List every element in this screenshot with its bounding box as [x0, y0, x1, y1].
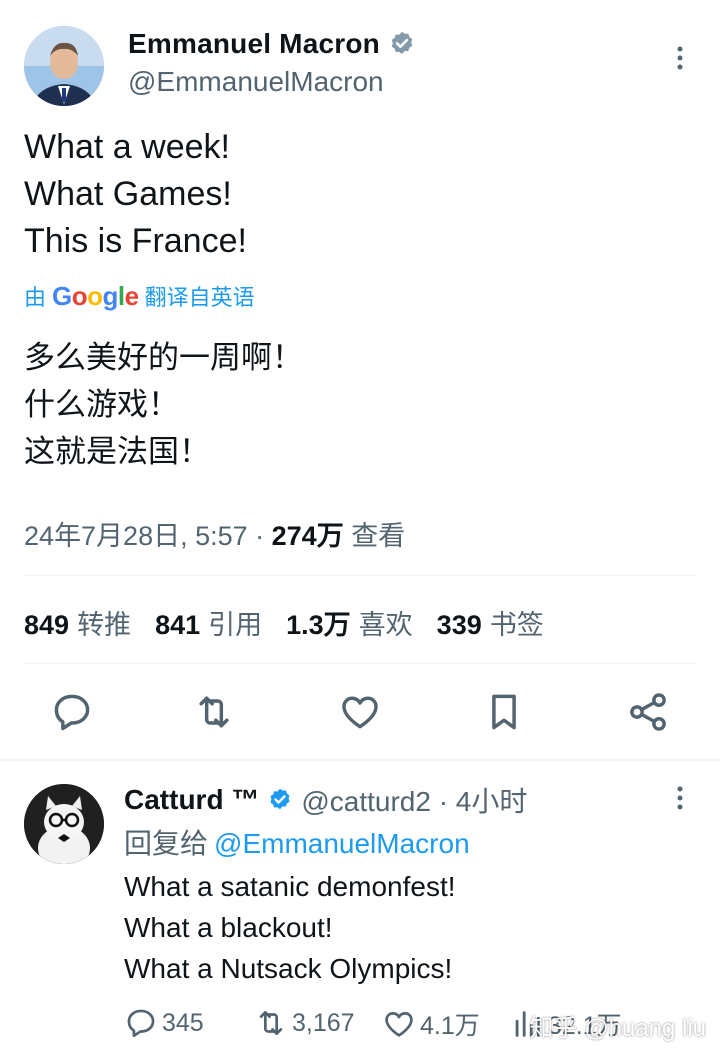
- bookmarks-stat[interactable]: 339 书签: [437, 603, 544, 642]
- reply-more-options-icon[interactable]: [672, 784, 688, 812]
- reply-author-handle[interactable]: @catturd2 · 4小时: [301, 780, 527, 820]
- stat-label: 引用: [208, 610, 263, 640]
- tweet-meta: 24年7月28日, 5:57 · 274万 查看: [24, 514, 405, 553]
- bookmark-icon[interactable]: [482, 690, 526, 734]
- view-label: 查看: [343, 521, 406, 551]
- retweet-icon[interactable]: [192, 690, 236, 734]
- reply-author-avatar[interactable]: [24, 784, 104, 864]
- tweet-text: What a week! What Games! This is France!: [24, 124, 247, 265]
- mention-link[interactable]: @EmmanuelMacron: [214, 828, 470, 859]
- like-count: 4.1万: [420, 1012, 480, 1040]
- retweet-icon: [259, 1011, 283, 1035]
- tweet-line: What a week!: [24, 128, 230, 166]
- quotes-stat[interactable]: 841 引用: [155, 603, 262, 642]
- reply-line: What a satanic demonfest!: [124, 871, 456, 902]
- tweet-action-bar: [0, 690, 720, 736]
- tweet-translation: 多么美好的一周啊！ 什么游戏！ 这就是法国！: [24, 334, 303, 475]
- translation-line: 多么美好的一周啊！: [24, 340, 303, 375]
- retweets-stat[interactable]: 849 转推: [24, 603, 131, 642]
- tweet-detail-page: Emmanuel Macron @EmmanuelMacron What a w…: [0, 0, 720, 1063]
- like-heart-icon[interactable]: [338, 690, 382, 734]
- share-icon[interactable]: [626, 690, 670, 734]
- replying-to-label: 回复给: [124, 828, 209, 859]
- reply-count: 345: [162, 1008, 204, 1037]
- view-count: 274万: [271, 521, 344, 551]
- stat-value: 849: [24, 610, 70, 640]
- zhihu-watermark: 知乎 @huang liu: [529, 1015, 706, 1042]
- thread-divider: [0, 759, 720, 761]
- reply-header: Catturd ™ @catturd2 · 4小时: [124, 780, 527, 820]
- stat-label: 转推: [77, 610, 132, 640]
- author-name[interactable]: Emmanuel Macron: [128, 28, 380, 60]
- stat-value: 339: [436, 610, 482, 640]
- google-logo: Google: [52, 280, 139, 311]
- reply-author-name[interactable]: Catturd ™: [124, 784, 259, 816]
- more-options-icon[interactable]: [672, 44, 688, 72]
- reply-icon[interactable]: [50, 690, 94, 734]
- stat-label: 喜欢: [358, 610, 413, 640]
- reply-line: What a blackout!: [124, 912, 333, 943]
- author-avatar[interactable]: [24, 26, 104, 106]
- replying-to: 回复给 @EmmanuelMacron: [124, 822, 470, 862]
- verified-badge-icon: [270, 788, 290, 810]
- tweet-timestamp[interactable]: 24年7月28日, 5:57 ·: [24, 521, 272, 551]
- stat-label: 书签: [489, 610, 544, 640]
- divider: [24, 663, 696, 664]
- translation-line: 什么游戏！: [24, 387, 179, 422]
- translation-line: 这就是法国！: [24, 434, 210, 469]
- reply-text: What a satanic demonfest! What a blackou…: [124, 866, 456, 989]
- reply-line: What a Nutsack Olympics!: [124, 953, 453, 984]
- tweet-line: This is France!: [24, 222, 247, 260]
- author-name-row: Emmanuel Macron: [128, 28, 416, 60]
- tweet-line: What Games!: [24, 175, 232, 213]
- reply-reply-button[interactable]: 345: [124, 1006, 204, 1040]
- reply-retweet-button[interactable]: 3,167: [254, 1006, 355, 1040]
- verified-badge-icon: [391, 31, 413, 54]
- translate-suffix: 翻译自英语: [144, 285, 255, 310]
- divider: [24, 575, 696, 576]
- reply-like-button[interactable]: 4.1万: [382, 1006, 480, 1042]
- stat-value: 1.3万: [286, 610, 351, 640]
- likes-stat[interactable]: 1.3万 喜欢: [286, 603, 413, 642]
- author-handle[interactable]: @EmmanuelMacron: [128, 66, 384, 98]
- retweet-count: 3,167: [292, 1008, 355, 1037]
- like-heart-icon: [385, 1012, 413, 1037]
- engagement-stats: 849 转推 841 引用 1.3万 喜欢 339 书签: [24, 603, 568, 642]
- translate-prefix: 由: [24, 285, 47, 310]
- translated-by-google-link[interactable]: 由 Google 翻译自英语: [24, 280, 255, 312]
- reply-icon: [127, 1009, 155, 1038]
- stat-value: 841: [155, 610, 201, 640]
